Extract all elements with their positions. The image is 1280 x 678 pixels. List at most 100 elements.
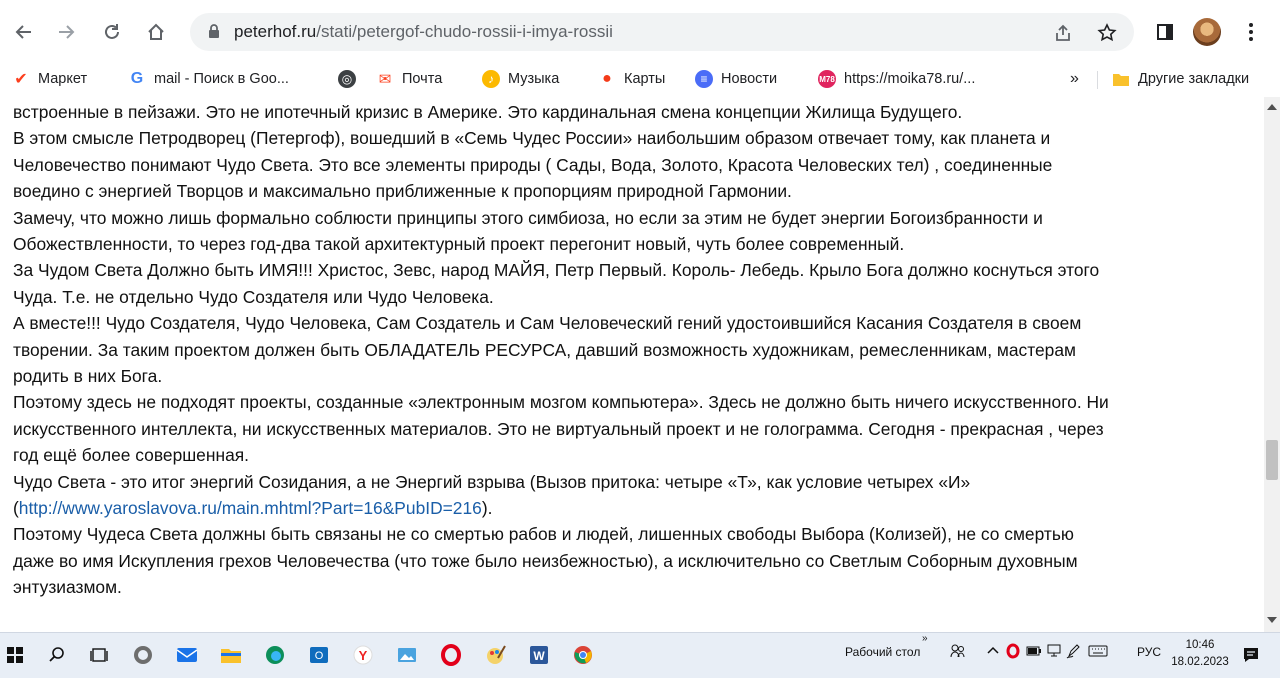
language-indicator[interactable]: РУС	[1137, 645, 1161, 659]
taskbar-app-yandex[interactable]: Y	[348, 640, 378, 670]
other-bookmarks-folder[interactable]: Другие закладки	[1112, 68, 1249, 90]
home-button[interactable]	[142, 18, 170, 46]
taskbar-app-mail[interactable]	[172, 640, 202, 670]
address-bar[interactable]: peterhof.ru/stati/petergof-chudo-rossii-…	[190, 13, 1134, 51]
taskbar-app-word[interactable]: W	[524, 640, 554, 670]
taskbar-app-edge[interactable]	[260, 640, 290, 670]
article-line: даже во имя Искупления грехов Человечест…	[13, 550, 1078, 571]
task-view-button[interactable]	[84, 640, 114, 670]
bookmark-star-button[interactable]	[1096, 22, 1118, 44]
triangle-up-icon	[1267, 104, 1277, 110]
article-line: год ещё более совершенная.	[13, 445, 249, 466]
browser-toolbar: peterhof.ru/stati/petergof-chudo-rossii-…	[0, 0, 1280, 63]
bookmark-label: Музыка	[508, 71, 560, 87]
taskbar-app-explorer[interactable]	[216, 640, 246, 670]
chrome-icon	[574, 646, 592, 664]
share-button[interactable]	[1052, 22, 1074, 44]
taskbar-app-opera[interactable]	[436, 640, 466, 670]
network-icon[interactable]	[1046, 644, 1062, 661]
bookmark-label: Маркет	[38, 71, 88, 87]
pen-icon[interactable]	[1066, 643, 1082, 662]
reload-button[interactable]	[98, 18, 126, 46]
lock-icon[interactable]	[206, 23, 222, 39]
scrollbar-thumb[interactable]	[1266, 440, 1278, 480]
browser-chrome: peterhof.ru/stati/petergof-chudo-rossii-…	[0, 0, 1280, 97]
taskbar-app-photos[interactable]	[392, 640, 422, 670]
word-icon: W	[530, 646, 548, 664]
task-view-icon	[90, 648, 108, 662]
mail-app-icon	[176, 648, 198, 662]
opera-tray-icon[interactable]	[1006, 643, 1020, 662]
taskbar-app-outlook[interactable]: O	[304, 640, 334, 670]
notifications-button[interactable]	[1236, 640, 1266, 670]
back-button[interactable]	[10, 18, 38, 46]
maps-pin-icon: ●	[598, 70, 616, 88]
bookmark-globe[interactable]: ◎	[338, 68, 356, 90]
bookmark-moika78[interactable]: M78 https://moika78.ru/...	[818, 68, 975, 90]
home-icon	[148, 23, 164, 40]
bookmark-karty[interactable]: ● Карты	[598, 68, 665, 90]
bookmark-label: Карты	[624, 71, 666, 87]
clock-time: 10:46	[1185, 639, 1215, 651]
people-icon[interactable]	[950, 643, 966, 662]
article-line: Поэтому здесь не подходят проекты, созда…	[13, 392, 1109, 413]
taskbar-app-chrome[interactable]	[568, 640, 598, 670]
mail-icon: ✉	[376, 70, 394, 88]
clock-date: 18.02.2023	[1171, 656, 1229, 668]
svg-text:W: W	[533, 649, 545, 663]
kebab-menu-icon	[1249, 23, 1253, 41]
folder-explorer-icon	[221, 649, 241, 663]
start-button[interactable]	[0, 640, 30, 670]
news-icon: ≡	[695, 70, 713, 88]
taskbar-app-cortana[interactable]	[128, 640, 158, 670]
desktop-toolbar-label[interactable]: Рабочий стол	[845, 645, 920, 659]
music-icon: ♪	[482, 70, 500, 88]
url-text[interactable]: peterhof.ru/stati/petergof-chudo-rossii-…	[234, 22, 613, 42]
vertical-scrollbar[interactable]	[1264, 97, 1280, 632]
bookmark-novosti[interactable]: ≡ Новости	[695, 68, 777, 90]
bookmark-label: Новости	[721, 71, 778, 87]
bookmark-google-mail-search[interactable]: G mail - Поиск в Goo...	[128, 68, 289, 90]
bookmarks-divider	[1097, 71, 1098, 89]
reference-link[interactable]: http://www.yaroslavova.ru/main.mhtml?Par…	[19, 498, 482, 518]
search-icon	[49, 647, 64, 662]
star-icon	[1097, 23, 1117, 42]
article-line: Чудо Света - это итог энергий Созидания,…	[13, 471, 971, 492]
show-hidden-icons-button[interactable]	[986, 643, 1000, 660]
triangle-down-icon	[1267, 617, 1277, 623]
side-panel-icon	[1157, 24, 1173, 40]
side-panel-button[interactable]	[1150, 17, 1180, 47]
article-line: энтузиазмом.	[13, 577, 122, 598]
profile-button[interactable]	[1192, 17, 1222, 47]
windows-taskbar: O Y W Рабочий стол » РУС 10:46 18.02.202…	[0, 632, 1280, 678]
article-line: Замечу, что можно лишь формально соблюст…	[13, 207, 1043, 228]
article-content: встроенные в пейзажи. Это не ипотечный к…	[0, 97, 1264, 632]
bookmark-muzyka[interactable]: ♪ Музыка	[482, 68, 559, 90]
article-line: творении. За таким проектом должен быть …	[13, 339, 1076, 360]
more-bookmarks-button[interactable]: »	[1070, 68, 1079, 90]
taskbar-app-paint[interactable]	[480, 640, 510, 670]
url-domain: peterhof.ru	[234, 22, 317, 41]
scroll-down-button[interactable]	[1264, 616, 1280, 628]
taskbar-clock[interactable]: 10:46 18.02.2023	[1170, 637, 1230, 671]
menu-button[interactable]	[1236, 17, 1266, 47]
battery-icon[interactable]	[1026, 644, 1042, 661]
article-line: Человечество понимают Чудо Света. Это вс…	[13, 154, 1053, 175]
search-button[interactable]	[42, 640, 72, 670]
article-line: родить в них Бога.	[13, 366, 163, 386]
forward-button[interactable]	[52, 18, 80, 46]
avatar	[1193, 18, 1221, 46]
yandex-browser-icon: Y	[353, 645, 373, 665]
bookmark-market[interactable]: ✔ Маркет	[12, 68, 87, 90]
photos-icon	[398, 648, 416, 662]
keyboard-icon[interactable]	[1088, 644, 1108, 661]
globe-icon: ◎	[338, 70, 356, 88]
outlook-icon: O	[310, 647, 328, 663]
scroll-up-button[interactable]	[1264, 103, 1280, 115]
paint-icon	[487, 645, 506, 664]
article-line: Поэтому Чудеса Света должны быть связаны…	[13, 524, 1074, 545]
bookmark-pochta[interactable]: ✉ Почта	[376, 68, 442, 90]
article-line: За Чудом Света Должно быть ИМЯ!!! Христо…	[13, 260, 1100, 281]
article-line: В этом смысле Петродворец (Петергоф), во…	[13, 128, 1051, 149]
toolbar-chevron[interactable]: »	[922, 633, 928, 644]
